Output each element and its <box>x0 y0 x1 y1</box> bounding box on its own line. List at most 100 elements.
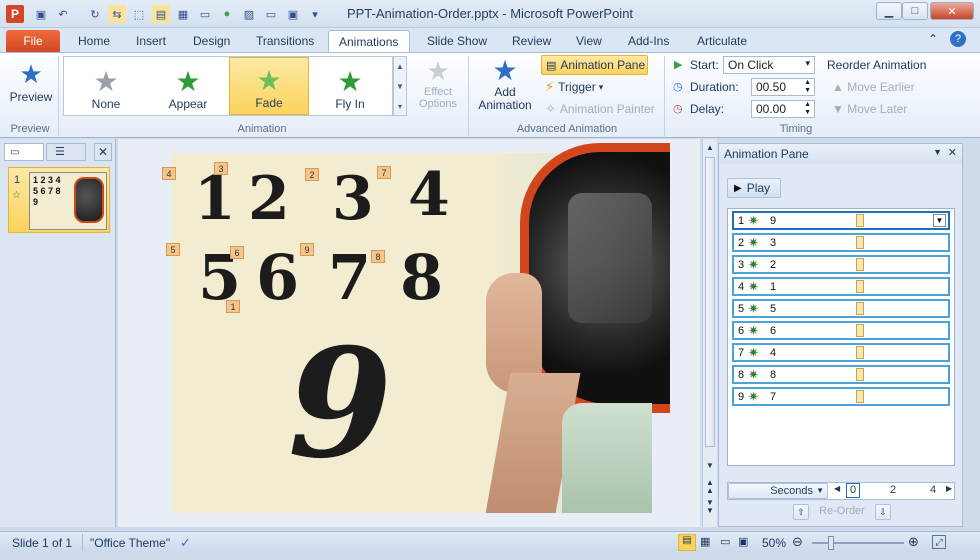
reorder-up-icon[interactable]: ⇧ <box>793 504 809 520</box>
zoom-level[interactable]: 50% <box>762 536 786 550</box>
scroll-thumb[interactable] <box>705 157 715 447</box>
animation-tag[interactable]: 3 <box>214 162 228 175</box>
animation-tag[interactable]: 6 <box>230 246 244 259</box>
scroll-up-icon[interactable]: ▲ <box>706 143 714 152</box>
play-button[interactable]: ▶ Play <box>727 178 781 198</box>
slide-scrollbar[interactable]: ▲ ▼ ▲ ▲ ▼ ▼ <box>702 139 717 527</box>
timing-bar[interactable] <box>856 368 864 381</box>
effect-fly-in[interactable]: ★ Fly In <box>310 57 390 115</box>
close-button[interactable]: ✕ <box>930 2 974 20</box>
maximize-button[interactable]: □ <box>902 2 928 20</box>
effect-appear[interactable]: ★ Appear <box>148 57 228 115</box>
timeline-left-icon[interactable]: ◀ <box>834 484 840 493</box>
animation-list-item[interactable]: 7 ✷ 4 <box>732 343 950 362</box>
pane-options-icon[interactable]: ▼ <box>933 147 942 157</box>
outline-tab[interactable]: ☰ <box>46 143 86 161</box>
tab-add-ins[interactable]: Add-Ins <box>618 30 679 52</box>
duration-input[interactable]: 00.50 ▲ ▼ <box>751 78 815 96</box>
trigger-button[interactable]: ⚡ Trigger ▾ <box>545 79 603 95</box>
tab-design[interactable]: Design <box>183 30 240 52</box>
timing-bar[interactable] <box>856 324 864 337</box>
reading-view-icon[interactable]: ▭ <box>720 535 730 548</box>
tab-insert[interactable]: Insert <box>126 30 176 52</box>
animation-list-item[interactable]: 5 ✷ 5 <box>732 299 950 318</box>
close-pane-icon[interactable]: ✕ <box>94 143 112 161</box>
slide-digit-1[interactable]: 1 <box>194 169 236 229</box>
add-animation-button[interactable]: ★ Add Animation <box>474 56 536 120</box>
animation-tag[interactable]: 7 <box>377 166 391 179</box>
tab-review[interactable]: Review <box>502 30 561 52</box>
tab-file[interactable]: File <box>6 30 60 52</box>
start-select[interactable]: On Click ▾ <box>723 56 815 74</box>
effect-fade[interactable]: ★ Fade <box>229 57 309 115</box>
previous-slide-icon[interactable]: ▲ ▲ <box>706 479 714 495</box>
animation-tag[interactable]: 9 <box>300 243 314 256</box>
animation-tag[interactable]: 2 <box>305 168 319 181</box>
theme-name[interactable]: "Office Theme" <box>90 536 170 550</box>
delay-input[interactable]: 00.00 ▲ ▼ <box>751 100 815 118</box>
animation-list-item[interactable]: 3 ✷ 2 <box>732 255 950 274</box>
spinner-icon[interactable]: ▲ ▼ <box>804 79 811 95</box>
timeline-right-icon[interactable]: ▶ <box>946 484 952 493</box>
tab-view[interactable]: View <box>566 30 612 52</box>
animation-list-item[interactable]: 1 ✷ 9 ▼ <box>732 211 950 230</box>
animation-painter-button[interactable]: ✧ Animation Painter <box>545 101 655 117</box>
animation-list-item[interactable]: 2 ✷ 3 <box>732 233 950 252</box>
slide-digit-7[interactable]: 7 <box>328 247 371 309</box>
slide-digit-4[interactable]: 4 <box>408 165 450 225</box>
timing-bar[interactable] <box>856 236 864 249</box>
move-earlier-button[interactable]: ▲ Move Earlier <box>832 80 915 94</box>
slide-sorter-icon[interactable]: ▦ <box>700 535 710 548</box>
slideshow-view-icon[interactable]: ▣ <box>738 535 748 548</box>
animation-tag[interactable]: 8 <box>371 250 385 263</box>
slide-digit-3[interactable]: 3 <box>332 169 374 229</box>
gallery-scroll[interactable]: ▲ ▼ ▾ <box>393 56 407 116</box>
slide-digit-8[interactable]: 8 <box>400 247 443 309</box>
timing-bar[interactable] <box>856 302 864 315</box>
slide-digit-2[interactable]: 2 <box>248 169 290 229</box>
zoom-thumb[interactable] <box>828 536 834 550</box>
animation-tag[interactable]: 1 <box>226 300 240 313</box>
slide-thumbnail-selected[interactable]: 1 ☆ 1 2 3 4 5 6 7 8 9 <box>8 167 110 233</box>
minimize-button[interactable]: ▁ <box>876 2 902 20</box>
animation-list-item[interactable]: 9 ✷ 7 <box>732 387 950 406</box>
zoom-in-icon[interactable]: ⊕ <box>908 534 919 550</box>
zoom-out-icon[interactable]: ⊖ <box>792 534 803 550</box>
tab-home[interactable]: Home <box>68 30 120 52</box>
effect-none[interactable]: ★ None <box>66 57 146 115</box>
timing-bar[interactable] <box>856 346 864 359</box>
animation-pane-button[interactable]: ▤ Animation Pane <box>541 55 648 75</box>
slide[interactable]: 1 2 3 4 5 6 7 8 9 4 3 2 7 5 6 9 8 1 <box>162 143 670 513</box>
animation-tag[interactable]: 4 <box>162 167 176 180</box>
next-slide-icon[interactable]: ▼ ▼ <box>706 499 714 515</box>
close-icon[interactable]: ✕ <box>948 146 957 159</box>
tab-articulate[interactable]: Articulate <box>687 30 757 52</box>
timing-bar[interactable] <box>856 280 864 293</box>
tab-animations[interactable]: Animations <box>328 30 410 52</box>
minimize-ribbon-icon[interactable]: ⌃ <box>928 32 938 46</box>
seconds-dropdown[interactable]: Seconds ▼ <box>728 483 828 499</box>
tab-slide-show[interactable]: Slide Show <box>417 30 497 52</box>
timing-bar[interactable] <box>856 258 864 271</box>
spell-check-icon[interactable]: ✓ <box>180 535 191 551</box>
animation-list-item[interactable]: 6 ✷ 6 <box>732 321 950 340</box>
preview-button[interactable]: ★ Preview <box>8 58 54 118</box>
slide-digit-6[interactable]: 6 <box>256 247 299 309</box>
effect-options-button[interactable]: ★ Effect Options <box>415 56 461 120</box>
slide-digit-9[interactable]: 9 <box>288 329 392 479</box>
animation-list-item[interactable]: 8 ✷ 8 <box>732 365 950 384</box>
move-later-button[interactable]: ▼ Move Later <box>832 102 907 116</box>
timing-bar[interactable] <box>856 214 864 227</box>
item-dropdown-icon[interactable]: ▼ <box>933 214 946 227</box>
tab-transitions[interactable]: Transitions <box>246 30 324 52</box>
help-icon[interactable]: ? <box>950 31 966 47</box>
zoom-slider[interactable] <box>812 542 904 544</box>
timing-bar[interactable] <box>856 390 864 403</box>
normal-view-icon[interactable]: ▤ <box>678 534 696 551</box>
spinner-icon[interactable]: ▲ ▼ <box>804 101 811 117</box>
fit-to-window-icon[interactable]: ⤢ <box>932 535 946 549</box>
slides-tab[interactable]: ▭ <box>4 143 44 161</box>
reorder-down-icon[interactable]: ⇩ <box>875 504 891 520</box>
animation-list-item[interactable]: 4 ✷ 1 <box>732 277 950 296</box>
animation-tag[interactable]: 5 <box>166 243 180 256</box>
